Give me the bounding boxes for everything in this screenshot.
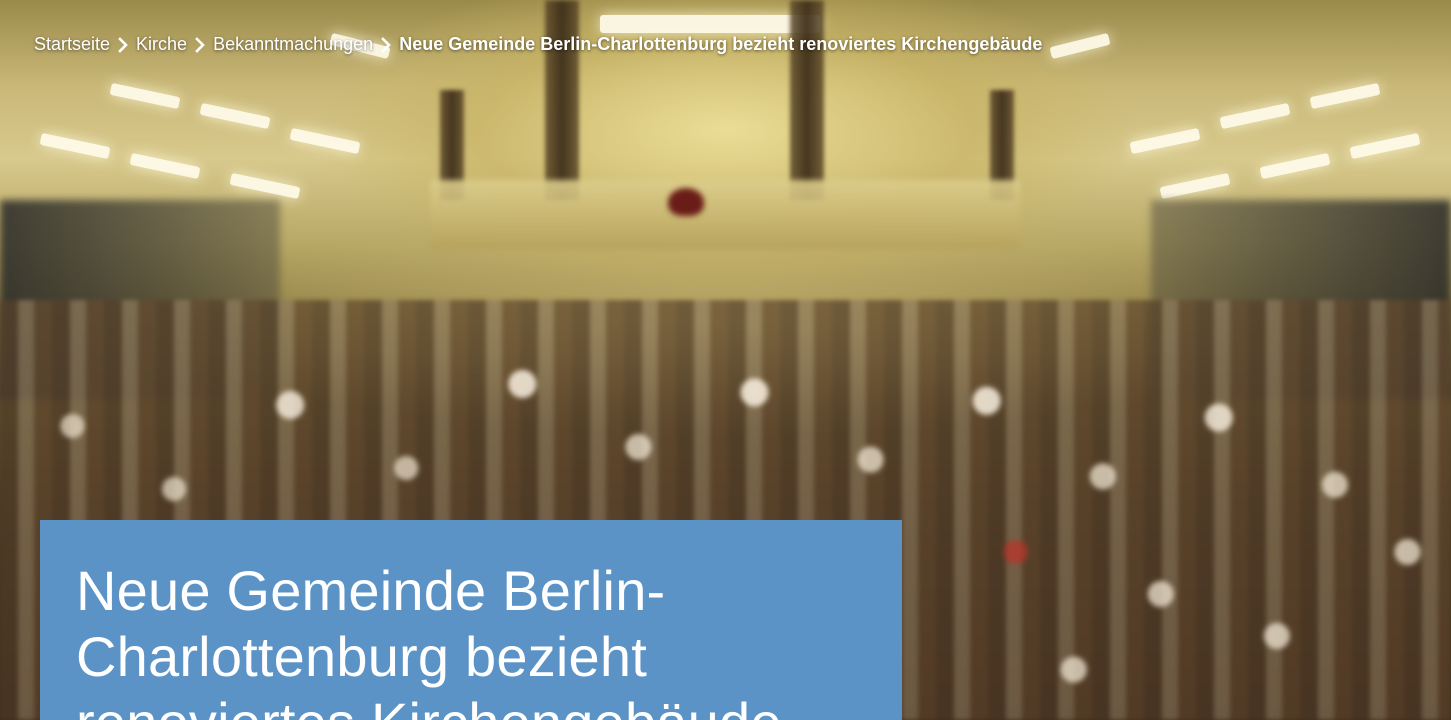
pillar <box>790 0 824 200</box>
hero-section: Startseite Kirche Bekanntmachungen Neue … <box>0 0 1451 720</box>
title-box: Neue Gemeinde Berlin-Charlottenburg bezi… <box>40 520 902 720</box>
breadcrumb: Startseite Kirche Bekanntmachungen Neue … <box>34 34 1042 55</box>
heart-emblem <box>668 188 704 216</box>
chevron-right-icon <box>116 36 130 54</box>
breadcrumb-current-page: Neue Gemeinde Berlin-Charlottenburg bezi… <box>399 34 1043 54</box>
balcony <box>430 180 1020 250</box>
pillar <box>545 0 579 200</box>
breadcrumb-link-startseite[interactable]: Startseite <box>34 34 110 55</box>
chevron-right-icon <box>379 36 393 54</box>
breadcrumb-link-kirche[interactable]: Kirche <box>136 34 187 55</box>
page-title: Neue Gemeinde Berlin-Charlottenburg bezi… <box>76 559 781 720</box>
breadcrumb-link-bekanntmachungen[interactable]: Bekanntmachungen <box>213 34 373 55</box>
chevron-right-icon <box>193 36 207 54</box>
